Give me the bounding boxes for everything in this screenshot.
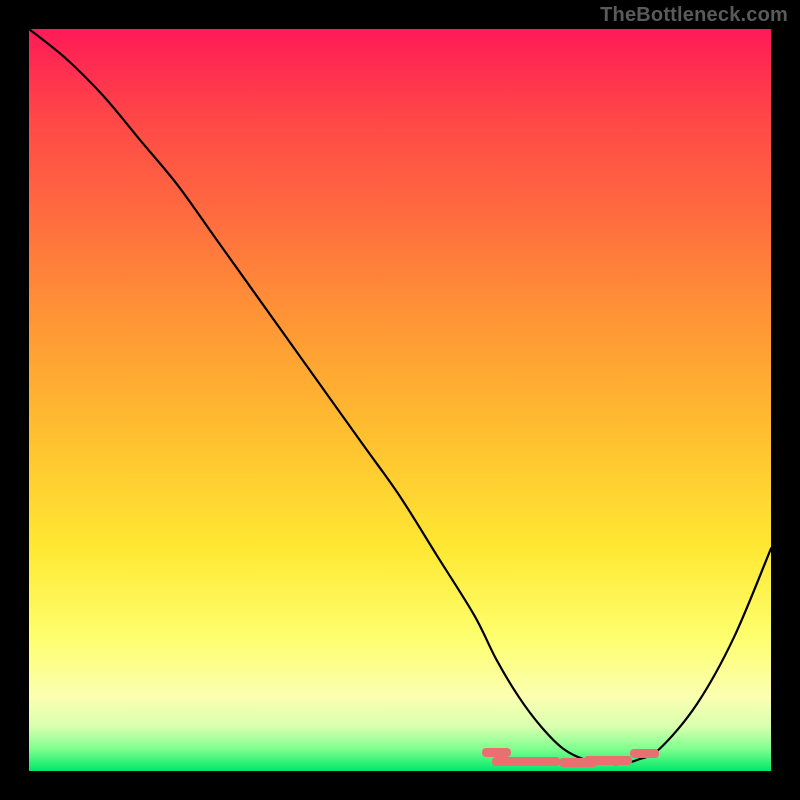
marker-dash [630, 749, 659, 758]
chart-svg [29, 29, 771, 771]
curve-line [29, 29, 771, 764]
watermark-text: TheBottleneck.com [600, 4, 788, 27]
marker-dash [492, 757, 560, 766]
chart-plot-area [29, 29, 771, 771]
marker-dash [584, 756, 632, 765]
